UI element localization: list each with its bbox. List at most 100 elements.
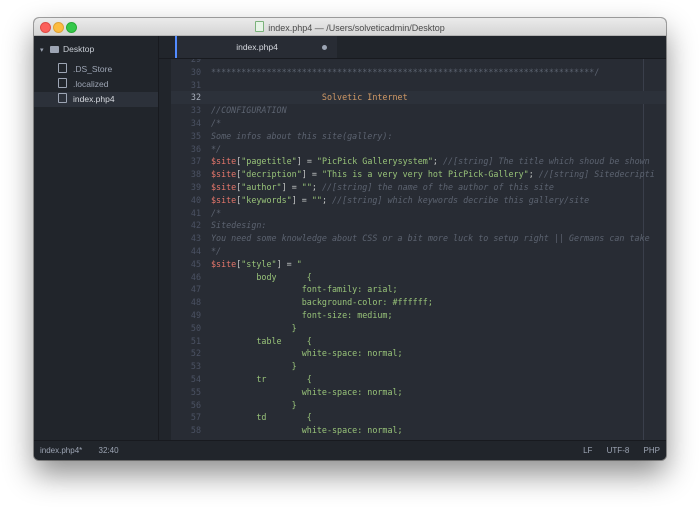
line-number: 36 [190, 143, 201, 154]
status-line-ending[interactable]: LF [583, 446, 592, 455]
code-line[interactable]: 35 Some infos about this site(gallery): [171, 130, 666, 143]
code-token: ; [311, 181, 322, 192]
status-bar: index.php4* 32:40 LF UTF-8 PHP [34, 440, 666, 460]
code-line[interactable]: 56 } [171, 399, 666, 412]
code-text: Some infos about this site(gallery): [211, 130, 393, 143]
code-line[interactable]: 29 [171, 59, 666, 66]
status-grammar[interactable]: PHP [644, 446, 660, 455]
code-line[interactable]: 38 $site["decription"] = "This is a very … [171, 168, 666, 181]
line-number: 35 [190, 130, 201, 141]
code-token: ] = [276, 258, 297, 269]
code-line[interactable]: 52 white-space: normal; [171, 347, 666, 360]
code-line[interactable]: 54 tr { [171, 373, 666, 386]
code-token: "PicPick Gallerysystem" [316, 156, 433, 167]
code-token: //[string] the name of the author of thi… [321, 181, 554, 192]
code-line[interactable]: 57 td { [171, 411, 666, 424]
tree-item-index-php4[interactable]: index.php4 [34, 92, 158, 107]
tree-root-desktop[interactable]: ▾ Desktop [40, 42, 94, 56]
code-line[interactable]: 43 You need some knowledge about CSS or a… [171, 232, 666, 245]
tree-item-ds-store[interactable]: .DS_Store [34, 62, 158, 77]
code-line[interactable]: 40 $site["keywords"] = ""; //[string] whi… [171, 194, 666, 207]
code-line[interactable]: 31 [171, 79, 666, 92]
code-line[interactable]: 53 } [171, 360, 666, 373]
status-cursor-position[interactable]: 32:40 [99, 446, 119, 455]
code-line[interactable]: 42 Sitedesign: [171, 219, 666, 232]
code-token: Sitedesign: [211, 220, 267, 231]
line-number: 38 [190, 169, 201, 180]
code-token: "author" [241, 181, 282, 192]
code-token: "keywords" [241, 194, 292, 205]
code-token: /* [211, 207, 222, 218]
code-line[interactable]: 41 /* [171, 207, 666, 220]
code-line[interactable]: 37 $site["pagetitle"] = "PicPick Gallerys… [171, 155, 666, 168]
line-number: 31 [190, 79, 201, 90]
code-text: $site["decription"] = "This is a very ve… [211, 168, 655, 181]
code-token: ] = [281, 181, 302, 192]
code-token: /* [211, 117, 222, 128]
code-line[interactable]: 48 background-color: #ffffff; [171, 296, 666, 309]
code-line[interactable]: 33 //CONFIGURATION [171, 104, 666, 117]
code-text: font-size: medium; [211, 309, 393, 322]
code-line[interactable]: 49 font-size: medium; [171, 309, 666, 322]
tab-label: index.php4 [236, 42, 278, 52]
modified-dot-icon[interactable] [322, 45, 327, 50]
line-number: 43 [190, 233, 201, 244]
code-token: Solvetic Internet [211, 92, 408, 103]
code-editor[interactable]: 29 30 ************************************… [159, 59, 666, 441]
code-line[interactable]: 30 **************************************… [171, 66, 666, 79]
code-text: //CONFIGURATION [211, 104, 287, 117]
code-line[interactable]: 50 } [171, 322, 666, 335]
code-line[interactable]: 44 */ [171, 245, 666, 258]
code-line[interactable]: 47 font-family: arial; [171, 283, 666, 296]
line-number: 37 [190, 156, 201, 167]
tree-item-localized[interactable]: .localized [34, 77, 158, 92]
code-lines[interactable]: 29 30 ************************************… [171, 59, 666, 437]
status-encoding[interactable]: UTF-8 [607, 446, 630, 455]
code-text: } [211, 399, 297, 412]
code-line[interactable]: 34 /* [171, 117, 666, 130]
chevron-down-icon[interactable]: ▾ [40, 44, 46, 58]
code-token: Some infos about this site(gallery): [211, 130, 393, 141]
line-number: 54 [190, 373, 201, 384]
code-token: "This is a very very hot PicPick-Gallery… [321, 169, 529, 180]
code-line[interactable]: 58 white-space: normal; [171, 424, 666, 437]
code-token: "" [301, 181, 312, 192]
code-line[interactable]: 45 $site["style"] = " [171, 258, 666, 271]
line-number: 50 [190, 322, 201, 333]
code-text: You need some knowledge about CSS or a b… [211, 232, 650, 245]
code-token: ] = [301, 169, 322, 180]
code-line[interactable]: 39 $site["author"] = ""; //[string] the n… [171, 181, 666, 194]
code-line[interactable]: 51 table { [171, 335, 666, 348]
code-token: ] = [296, 156, 317, 167]
line-number: 47 [190, 284, 201, 295]
code-token: white-space: normal; [211, 425, 403, 436]
code-line[interactable]: 32 Solvetic Internet [171, 91, 666, 105]
code-token: //CONFIGURATION [211, 105, 287, 116]
code-token: white-space: normal; [211, 386, 403, 397]
code-token: ****************************************… [211, 66, 600, 77]
code-text: white-space: normal; [211, 386, 403, 399]
line-number: 52 [190, 348, 201, 359]
tab-index-php4[interactable]: index.php4 [175, 36, 337, 58]
code-text: */ [211, 143, 221, 156]
code-token: $site [211, 258, 237, 269]
line-number: 33 [190, 105, 201, 116]
code-token: background-color: #ffffff; [211, 297, 433, 308]
code-line[interactable]: 36 */ [171, 143, 666, 156]
code-token: "" [311, 194, 322, 205]
code-line[interactable]: 55 white-space: normal; [171, 386, 666, 399]
title-bar: index.php4 — /Users/solveticadmin/Deskto… [34, 18, 666, 36]
line-number: 57 [190, 412, 201, 423]
code-token: } [211, 361, 297, 372]
status-file-name[interactable]: index.php4* [40, 446, 82, 455]
code-line[interactable]: 46 body { [171, 271, 666, 284]
code-token: $site [211, 194, 237, 205]
code-token: */ [211, 143, 222, 154]
code-token: td { [211, 412, 312, 423]
line-number: 45 [190, 258, 201, 269]
code-token: $site [211, 156, 237, 167]
code-text: white-space: normal; [211, 347, 403, 360]
code-text: tr { [211, 373, 311, 386]
code-token: ; [432, 156, 443, 167]
code-text: */ [211, 245, 221, 258]
